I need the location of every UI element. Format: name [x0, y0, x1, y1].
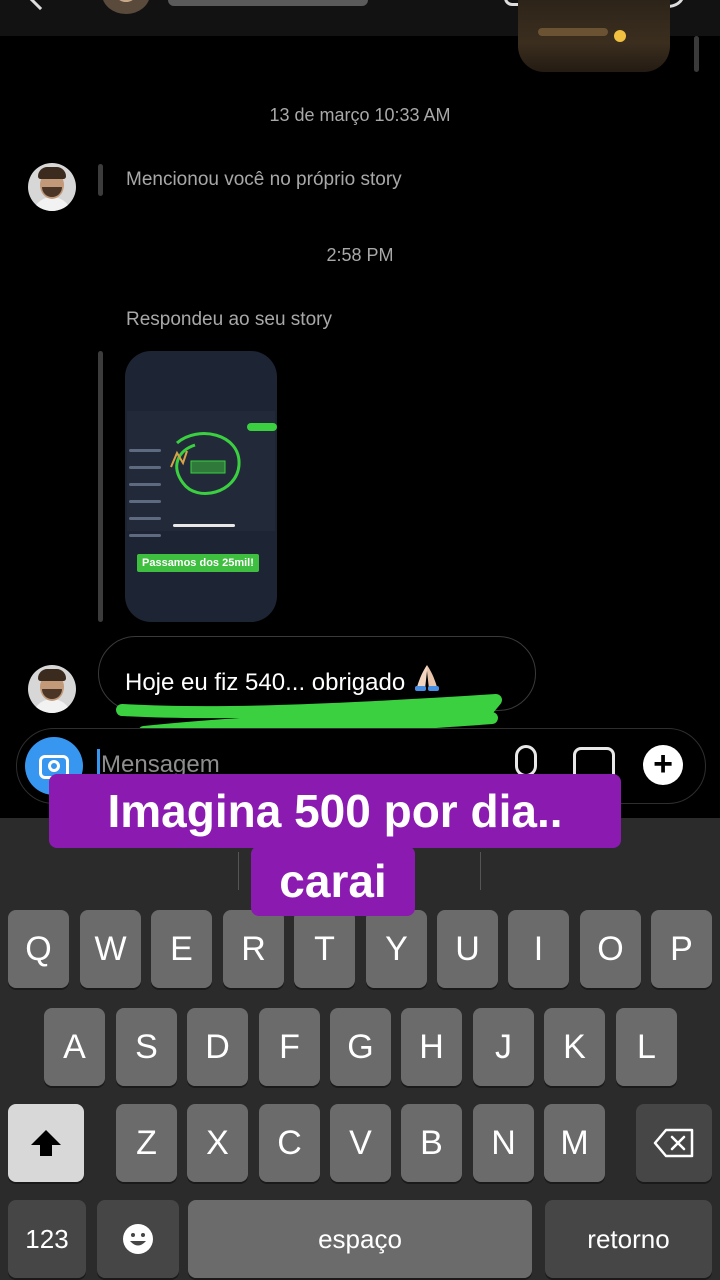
key-o[interactable]: O [580, 910, 641, 988]
emoji-icon[interactable] [97, 1200, 179, 1278]
scrollbar[interactable] [694, 36, 699, 72]
story-reply-label: Respondeu ao seu story [126, 309, 332, 330]
key-j[interactable]: J [473, 1008, 534, 1086]
plus-icon[interactable]: + [643, 745, 683, 785]
key-f[interactable]: F [259, 1008, 320, 1086]
key-l[interactable]: L [616, 1008, 677, 1086]
key-m[interactable]: M [544, 1104, 605, 1182]
story-thumbnail[interactable]: Passamos dos 25mil! [125, 351, 277, 622]
key-k[interactable]: K [544, 1008, 605, 1086]
previous-media-message[interactable] [518, 0, 670, 72]
key-u[interactable]: U [437, 910, 498, 988]
sender-avatar[interactable] [28, 163, 76, 211]
back-chevron-icon[interactable] [25, 0, 55, 11]
space-key[interactable]: espaço [188, 1200, 532, 1278]
header-avatar[interactable] [102, 0, 150, 14]
quote-bar [98, 164, 103, 196]
key-c[interactable]: C [259, 1104, 320, 1182]
shift-icon[interactable] [8, 1104, 84, 1182]
key-q[interactable]: Q [8, 910, 69, 988]
return-key[interactable]: retorno [545, 1200, 712, 1278]
quote-bar [98, 351, 103, 622]
key-x[interactable]: X [187, 1104, 248, 1182]
folded-hands-emoji-icon [415, 665, 440, 691]
key-r[interactable]: R [223, 910, 284, 988]
numbers-key[interactable]: 123 [8, 1200, 86, 1278]
timestamp: 13 de março 10:33 AM [269, 105, 451, 125]
microphone-icon[interactable] [515, 745, 537, 777]
key-h[interactable]: H [401, 1008, 462, 1086]
key-b[interactable]: B [401, 1104, 462, 1182]
key-t[interactable]: T [294, 910, 355, 988]
key-e[interactable]: E [151, 910, 212, 988]
key-s[interactable]: S [116, 1008, 177, 1086]
key-g[interactable]: G [330, 1008, 391, 1086]
key-y[interactable]: Y [366, 910, 427, 988]
timestamp: 2:58 PM [326, 245, 394, 265]
key-z[interactable]: Z [116, 1104, 177, 1182]
chart-highlight-circle [170, 432, 241, 495]
key-a[interactable]: A [44, 1008, 105, 1086]
story-caption-line-1: Imagina 500 por dia.. [49, 774, 621, 848]
story-banner: Passamos dos 25mil! [137, 554, 259, 572]
key-n[interactable]: N [473, 1104, 534, 1182]
header-username[interactable] [168, 0, 368, 6]
key-w[interactable]: W [80, 910, 141, 988]
key-i[interactable]: I [508, 910, 569, 988]
key-p[interactable]: P [651, 910, 712, 988]
story-caption-line-2: carai [251, 846, 415, 916]
backspace-icon[interactable] [636, 1104, 712, 1182]
mention-notice: Mencionou você no próprio story [126, 169, 402, 190]
key-v[interactable]: V [330, 1104, 391, 1182]
key-d[interactable]: D [187, 1008, 248, 1086]
sender-avatar[interactable] [28, 665, 76, 713]
